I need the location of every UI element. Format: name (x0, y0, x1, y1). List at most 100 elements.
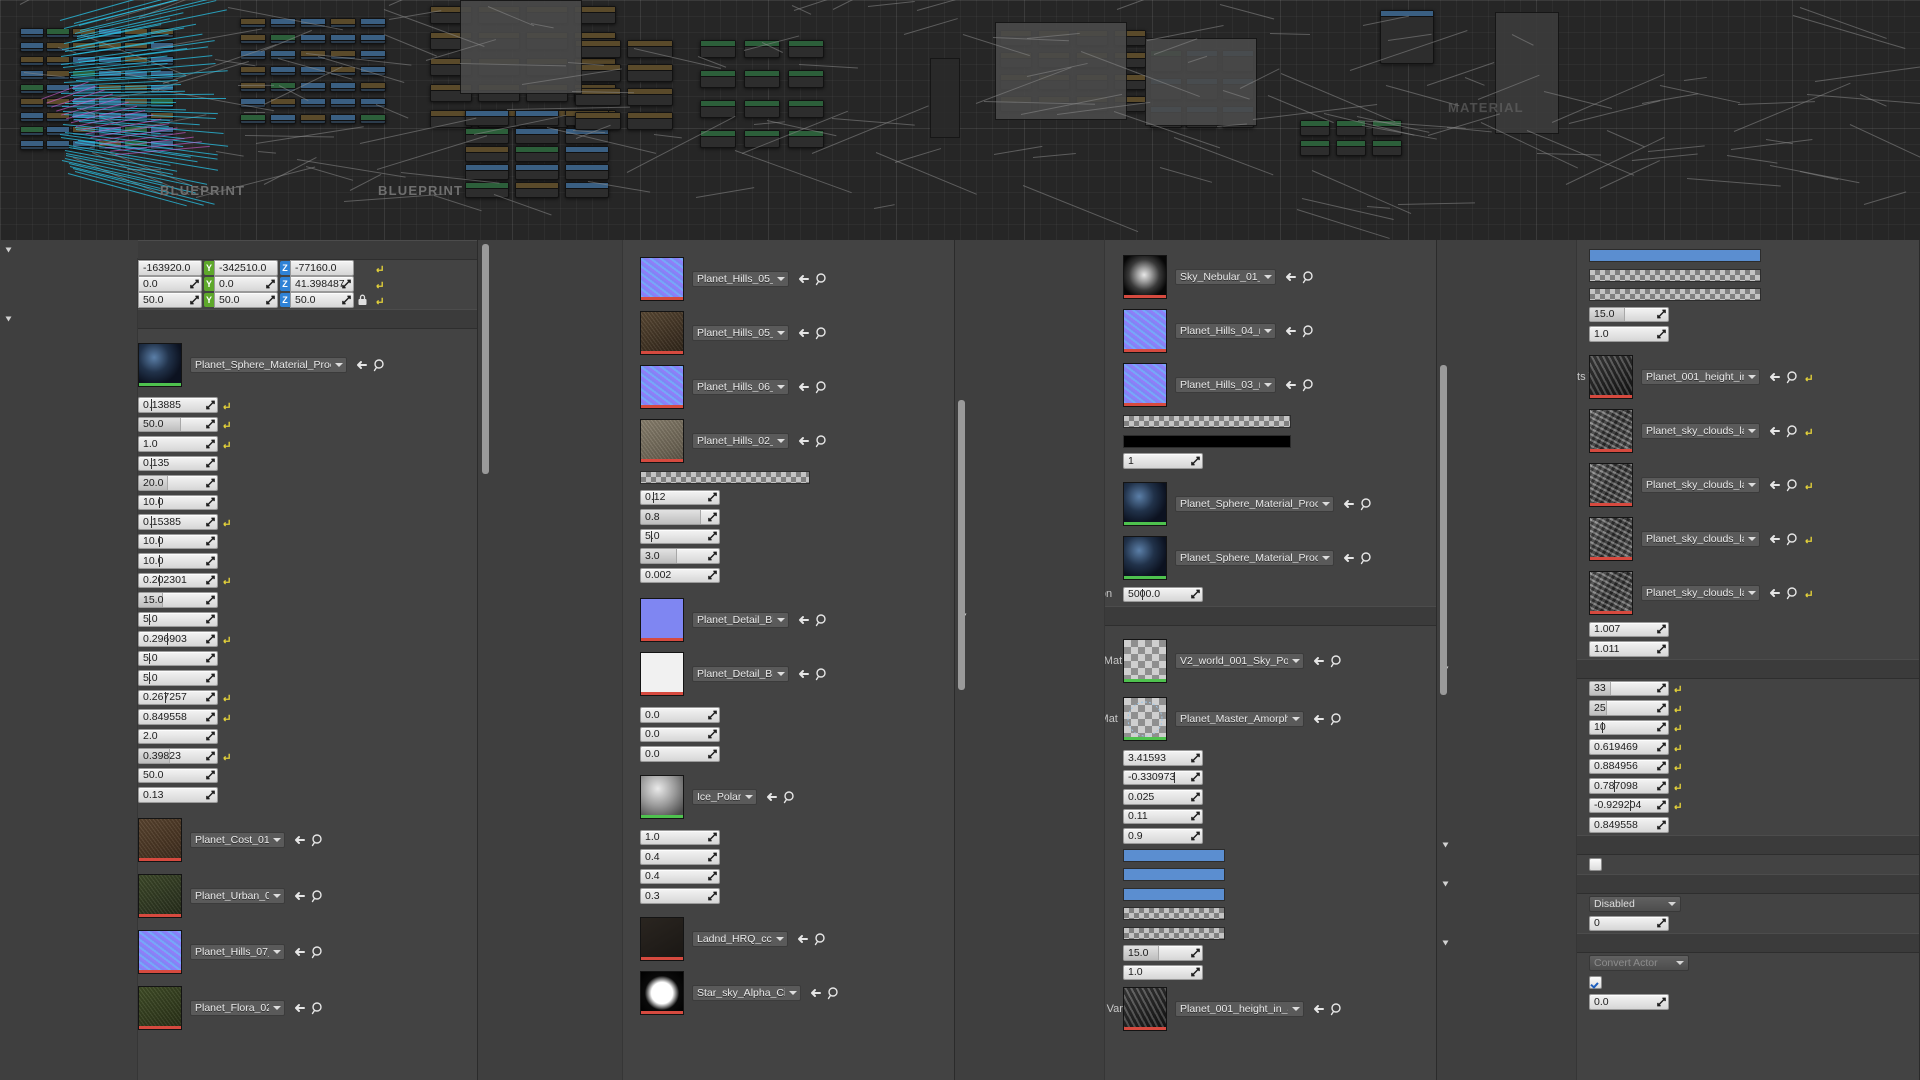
drag-handle-icon[interactable] (708, 512, 717, 521)
drag-handle-icon[interactable] (708, 532, 717, 541)
number-field[interactable]: 50.0 (138, 417, 218, 433)
drag-handle-icon[interactable] (1191, 831, 1200, 840)
axis-field-y[interactable]: -342510.0 (214, 260, 278, 276)
revert-icon[interactable] (222, 439, 231, 449)
asset-combo[interactable]: Planet_Detail_Blend_01_cc (692, 666, 789, 682)
number-field[interactable]: 0.202301 (138, 573, 218, 589)
asset-combo[interactable]: Planet_001_height_in_alpha (1175, 1001, 1304, 1017)
number-field[interactable]: 1.007 (1589, 622, 1669, 638)
asset-picker[interactable]: Planet_Master_Amorpher (1123, 697, 1344, 741)
asset-thumbnail[interactable] (640, 917, 684, 961)
actor-hidden-checkbox[interactable] (1589, 858, 1602, 871)
use-selected-asset-icon[interactable] (1282, 378, 1296, 392)
drag-handle-icon[interactable] (1191, 456, 1200, 465)
drag-handle-icon[interactable] (266, 296, 275, 305)
asset-thumbnail[interactable] (640, 971, 684, 1015)
asset-combo[interactable]: Planet_Hills_05_nm (692, 271, 789, 287)
vector-input[interactable]: X -163920.0Y -342510.0Z -77160.0 (128, 261, 354, 275)
number-field[interactable]: 20.0 (138, 475, 218, 491)
revert-icon[interactable] (1673, 683, 1682, 693)
asset-combo[interactable]: Planet_Hills_04_nm (1175, 323, 1276, 339)
use-selected-asset-icon[interactable] (1766, 424, 1780, 438)
use-selected-asset-icon[interactable] (1310, 1002, 1324, 1016)
drag-handle-icon[interactable] (1191, 812, 1200, 821)
asset-combo[interactable]: Star_sky_Alpha_Circle_01 (692, 985, 801, 1001)
axis-field-z[interactable]: -77160.0 (290, 260, 354, 276)
number-field[interactable]: 1.011 (1589, 641, 1669, 657)
number-field[interactable]: 0.4 (640, 849, 720, 865)
revert-icon[interactable] (1673, 761, 1682, 771)
asset-picker[interactable]: Planet_Hills_07_nm (138, 930, 325, 974)
number-field[interactable]: 15.0 (1123, 945, 1203, 961)
drag-handle-icon[interactable] (708, 872, 717, 881)
drag-handle-icon[interactable] (206, 556, 215, 565)
drag-handle-icon[interactable] (1657, 625, 1666, 634)
number-field[interactable]: 33 (1589, 681, 1669, 697)
asset-picker[interactable]: Planet_Detail_Blend_01_nm (640, 598, 829, 642)
number-field[interactable]: 5000.0 (1123, 587, 1203, 603)
drag-handle-icon[interactable] (1191, 792, 1200, 801)
number-field[interactable]: 0.849558 (1589, 817, 1669, 833)
drag-handle-icon[interactable] (1191, 948, 1200, 957)
revert-icon[interactable] (222, 400, 231, 410)
use-selected-asset-icon[interactable] (1340, 497, 1354, 511)
asset-thumbnail[interactable] (640, 775, 684, 819)
asset-combo[interactable]: Planet_sky_clouds_layer_03_cc (1641, 477, 1760, 493)
asset-picker[interactable]: Ice_Polar (640, 775, 797, 819)
number-field[interactable]: 15.0 (1589, 307, 1669, 323)
lock-icon[interactable] (357, 294, 368, 306)
number-field[interactable]: -0.929204 (1589, 798, 1669, 814)
drag-handle-icon[interactable] (708, 833, 717, 842)
axis-field-x[interactable]: -163920.0 (138, 260, 202, 276)
axis-field-x[interactable]: 50.0 (138, 292, 202, 308)
browse-asset-icon[interactable] (815, 613, 829, 627)
drag-handle-icon[interactable] (342, 280, 351, 289)
revert-icon[interactable] (375, 279, 384, 289)
number-field[interactable]: 0.0 (640, 707, 720, 723)
use-selected-asset-icon[interactable] (795, 272, 809, 286)
asset-picker[interactable]: Planet_Hills_02_cc (640, 419, 829, 463)
asset-combo[interactable]: Planet_Hills_03_nm (1175, 377, 1276, 393)
drag-handle-icon[interactable] (1657, 997, 1666, 1006)
asset-thumbnail[interactable] (640, 311, 684, 355)
color-swatch[interactable] (1123, 907, 1225, 920)
browse-asset-icon[interactable] (815, 434, 829, 448)
drag-handle-icon[interactable] (1657, 684, 1666, 693)
asset-picker[interactable]: Planet_Flora_02_cc (138, 986, 325, 1030)
revert-icon[interactable] (222, 419, 231, 429)
asset-combo[interactable]: Planet_Sphere_Material_Procidural_City, (190, 357, 347, 373)
drag-handle-icon[interactable] (206, 615, 215, 624)
drag-handle-icon[interactable] (190, 296, 199, 305)
number-field[interactable]: 25 (1589, 700, 1669, 716)
drag-handle-icon[interactable] (206, 400, 215, 409)
number-field[interactable]: 5.0 (138, 670, 218, 686)
asset-thumbnail[interactable] (1589, 409, 1633, 453)
can-be-damaged-checkbox[interactable] (1589, 976, 1602, 989)
axis-field-z[interactable]: 41.398487 (290, 276, 354, 292)
drag-handle-icon[interactable] (206, 751, 215, 760)
number-field[interactable]: 0.787098 (1589, 778, 1669, 794)
drag-handle-icon[interactable] (206, 517, 215, 526)
color-swatch[interactable] (1123, 435, 1291, 448)
drag-handle-icon[interactable] (206, 654, 215, 663)
number-field[interactable]: 0.39823 (138, 748, 218, 764)
browse-asset-icon[interactable] (1786, 478, 1800, 492)
browse-asset-icon[interactable] (1786, 532, 1800, 546)
number-field[interactable]: 1.0 (1123, 965, 1203, 981)
color-swatch[interactable] (640, 471, 810, 484)
asset-combo[interactable]: Planet_Flora_02_cc (190, 1000, 285, 1016)
blueprint-graph-backdrop[interactable]: BLUEPRINT BLUEPRINT MATERIAL (0, 0, 1920, 240)
drag-handle-icon[interactable] (1191, 773, 1200, 782)
asset-combo[interactable]: Planet_sky_clouds_layer_03_cc (1641, 585, 1760, 601)
asset-combo[interactable]: Planet_Master_Amorpher (1175, 711, 1304, 727)
revert-icon[interactable] (1804, 588, 1813, 598)
asset-thumbnail[interactable] (1123, 536, 1167, 580)
number-field[interactable]: 0.11 (1123, 809, 1203, 825)
asset-thumbnail[interactable] (1123, 482, 1167, 526)
number-field[interactable]: 0.9 (1123, 828, 1203, 844)
color-swatch[interactable] (1123, 927, 1225, 940)
asset-combo[interactable]: V2_world_001_Sky_Polar (1175, 653, 1304, 669)
browse-asset-icon[interactable] (311, 1001, 325, 1015)
browse-asset-icon[interactable] (311, 833, 325, 847)
number-field[interactable]: 1.0 (640, 830, 720, 846)
